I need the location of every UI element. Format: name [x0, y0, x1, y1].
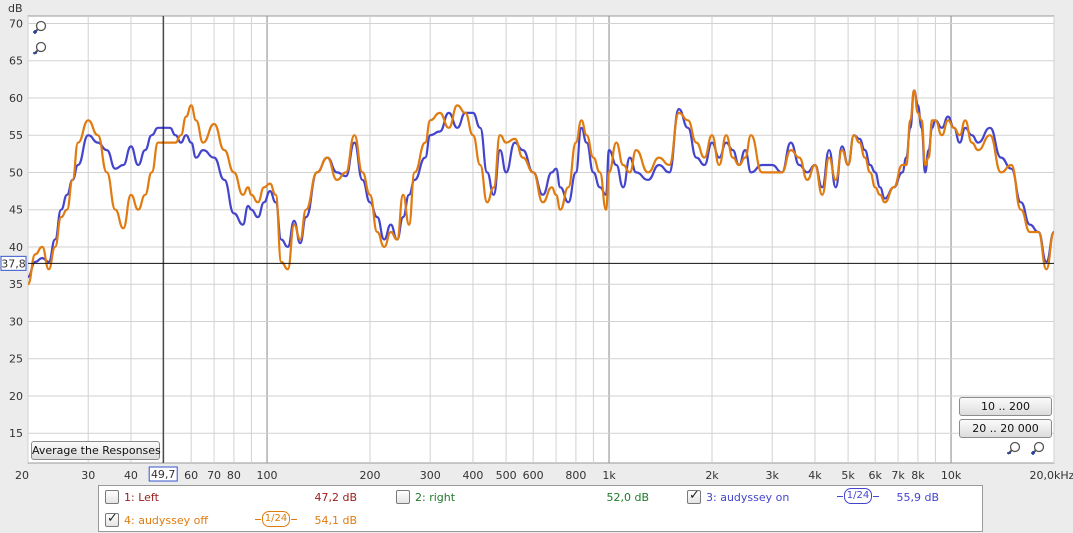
x-tick-label: 30: [81, 469, 95, 482]
range-20-20000-button[interactable]: 20 .. 20 000: [959, 419, 1052, 438]
x-tick-label: 200: [360, 469, 381, 482]
y-tick-label: 30: [9, 315, 23, 328]
legend-checkbox-4[interactable]: ✓: [105, 511, 119, 527]
x-tick-label: 1k: [602, 469, 616, 482]
x-tick-label: 800: [565, 469, 586, 482]
y-tick-label: 65: [9, 55, 23, 68]
legend-value-3: 55,9 dB: [896, 491, 939, 504]
x-tick-label: 5k: [841, 469, 855, 482]
y-tick-label: 45: [9, 204, 23, 217]
x-tick-label: 500: [496, 469, 517, 482]
y-axis-label: dB: [8, 2, 23, 15]
cursor-x-readout: 49,7: [151, 468, 176, 481]
legend-label-1: 1: Left: [124, 491, 159, 504]
legend-label-3: 3: audyssey on: [706, 491, 790, 504]
smoothing-badge-3[interactable]: 1/24: [837, 488, 879, 504]
x-tick-label: 7k: [891, 469, 905, 482]
y-tick-label: 70: [9, 17, 23, 30]
y-tick-label: 25: [9, 353, 23, 366]
x-tick-label: 60: [184, 469, 198, 482]
x-tick-label: 600: [523, 469, 544, 482]
legend-checkbox-2[interactable]: [396, 490, 410, 504]
y-tick-label: 35: [9, 278, 23, 291]
x-tick-label: 80: [227, 469, 241, 482]
x-tick-label: 4k: [808, 469, 822, 482]
x-tick-label: 8k: [911, 469, 925, 482]
average-responses-button[interactable]: Average the Responses: [31, 441, 161, 460]
zoom-in-vertical-icon[interactable]: [32, 20, 48, 36]
x-tick-label: 3k: [766, 469, 780, 482]
x-tick-label: 70: [207, 469, 221, 482]
x-tick-label: 400: [462, 469, 483, 482]
legend-value-1: 47,2 dB: [314, 491, 357, 504]
range-10-200-button[interactable]: 10 .. 200: [959, 397, 1052, 416]
legend-label-4: 4: audyssey off: [124, 514, 208, 527]
x-tick-label: 20: [15, 469, 29, 482]
y-tick-label: 50: [9, 166, 23, 179]
y-tick-label: 55: [9, 129, 23, 142]
zoom-in-horizontal-icon[interactable]: [1030, 441, 1046, 457]
y-tick-label: 20: [9, 390, 23, 403]
x-tick-label: 2k: [705, 469, 719, 482]
legend-label-2: 2: right: [415, 491, 456, 504]
x-tick-label: 100: [257, 469, 278, 482]
x-tick-label: 20,0kHz: [1030, 469, 1073, 482]
zoom-out-vertical-icon[interactable]: [32, 41, 48, 57]
check-icon: ✓: [689, 488, 700, 503]
y-axis-ticks: 15 20 25 30 35 40 45 50 55 60 65 70: [9, 17, 23, 440]
legend-checkbox-1[interactable]: [105, 490, 119, 504]
legend-checkbox-3[interactable]: ✓: [687, 488, 701, 504]
x-tick-label: 300: [420, 469, 441, 482]
y-tick-label: 15: [9, 427, 23, 440]
zoom-out-horizontal-icon[interactable]: [1006, 441, 1022, 457]
x-tick-label: 10k: [941, 469, 962, 482]
legend-value-4: 54,1 dB: [314, 514, 357, 527]
legend-value-2: 52,0 dB: [606, 491, 649, 504]
y-tick-label: 40: [9, 241, 23, 254]
x-tick-label: 6k: [868, 469, 882, 482]
smoothing-badge-4[interactable]: 1/24: [255, 511, 297, 527]
check-icon: ✓: [107, 511, 118, 526]
y-tick-label: 60: [9, 92, 23, 105]
x-tick-label: 40: [124, 469, 138, 482]
cursor-y-readout: 37,8: [1, 257, 26, 270]
legend-panel: 1: Left 47,2 dB 2: right 52,0 dB ✓ 3: au…: [98, 485, 983, 532]
frequency-response-chart[interactable]: 15 20 25 30 35 40 45 50 55 60 65 70 20 30 40 60 70 80 100…: [0, 0, 1073, 485]
